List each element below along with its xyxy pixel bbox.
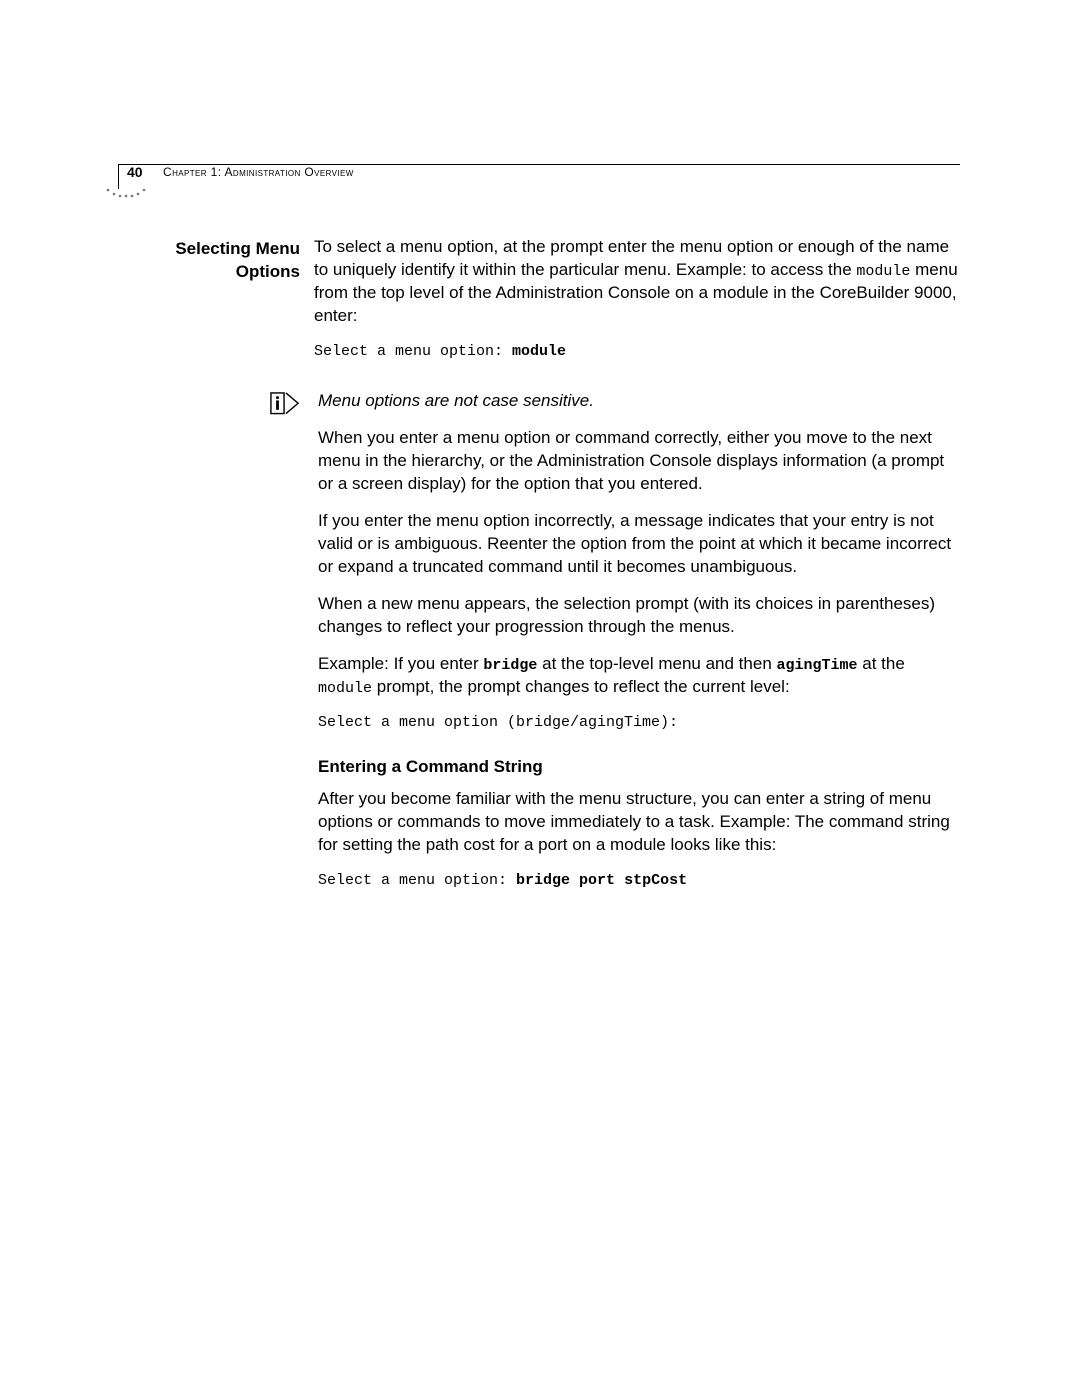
code-user-input: bridge port stpCost (516, 872, 687, 889)
section-heading-line2: Options (236, 262, 300, 281)
code-line-1: Select a menu option: module (314, 342, 960, 362)
inline-code: module (856, 263, 910, 280)
paragraph: When a new menu appears, the selection p… (318, 593, 960, 639)
code-user-input: module (512, 343, 566, 360)
code-line-2: Select a menu option (bridge/agingTime): (318, 713, 960, 733)
text: at the (858, 654, 905, 673)
inline-code-bold: bridge (483, 657, 537, 674)
running-header: 40 Chapter 1: Administration Overview (118, 164, 960, 189)
ornament-dots-icon (104, 182, 152, 202)
section-heading-line1: Selecting Menu (175, 239, 300, 258)
paragraph: When you enter a menu option or command … (318, 427, 960, 496)
code-prompt: Select a menu option: (314, 343, 512, 360)
paragraph: After you become familiar with the menu … (318, 788, 960, 857)
text: prompt, the prompt changes to reflect th… (372, 677, 790, 696)
section-heading: Selecting Menu Options (120, 236, 314, 376)
page: 40 Chapter 1: Administration Overview Se… (0, 0, 1080, 1397)
note-text: Menu options are not case sensitive. (318, 390, 960, 413)
info-icon (270, 392, 300, 414)
inline-code-bold: agingTime (777, 657, 858, 674)
text: at the top-level menu and then (537, 654, 776, 673)
paragraph-example: Example: If you enter bridge at the top-… (318, 653, 960, 700)
paragraph: If you enter the menu option incorrectly… (318, 510, 960, 579)
text: Example: If you enter (318, 654, 483, 673)
code-line-3: Select a menu option: bridge port stpCos… (318, 871, 960, 891)
sub-heading: Entering a Command String (318, 756, 960, 779)
content-area: Selecting Menu Options To select a menu … (120, 236, 960, 906)
chapter-label: Chapter 1: Administration Overview (163, 164, 354, 180)
text: To select a menu option, at the prompt e… (314, 237, 949, 279)
page-number: 40 (127, 163, 143, 182)
inline-code: module (318, 680, 372, 697)
code-prompt: Select a menu option: (318, 872, 516, 889)
intro-paragraph: To select a menu option, at the prompt e… (314, 236, 960, 328)
